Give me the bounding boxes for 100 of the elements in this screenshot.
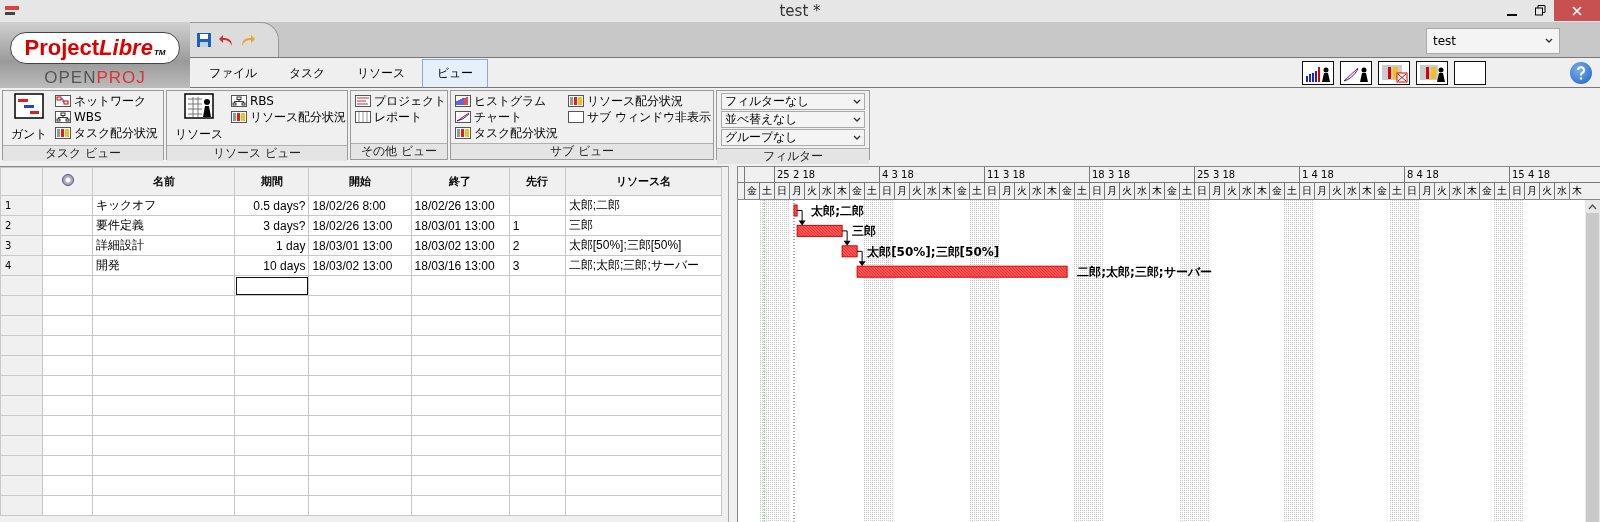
undo-icon[interactable] [218, 33, 234, 47]
network-icon [55, 95, 71, 107]
day-label: 木 [939, 183, 954, 199]
day-label: 木 [1044, 183, 1059, 199]
filter-select[interactable]: 並べ替えなし [721, 111, 865, 128]
info-icon [61, 174, 74, 186]
view-item[interactable]: プロジェクト [355, 93, 446, 109]
table-cell: 2 [509, 235, 566, 256]
selected-cell[interactable] [234, 275, 309, 296]
week-label: 4 3 18 [879, 167, 984, 182]
task-bar[interactable] [793, 204, 798, 217]
view-item[interactable]: ネットワーク [55, 93, 158, 109]
indicator-header[interactable] [42, 167, 93, 196]
usage-icon [568, 95, 584, 107]
chart-person-icon[interactable] [1340, 60, 1372, 85]
chart-icon [455, 111, 471, 123]
day-label: 日 [879, 183, 894, 199]
day-label: 日 [1404, 183, 1419, 199]
table-cell: 1 [509, 215, 566, 236]
task-bar[interactable] [856, 265, 1068, 278]
usage-icon [231, 111, 247, 123]
blank-tool-button[interactable] [1454, 60, 1486, 85]
row-number: 3 [0, 235, 43, 256]
column-header[interactable]: 開始 [308, 167, 412, 196]
day-label: 火 [1329, 183, 1344, 199]
table-cell [509, 195, 566, 216]
view-item[interactable]: WBS [55, 109, 158, 125]
logo: ProjectLibreTM OPEN PROJ [0, 22, 190, 88]
row-number: 2 [0, 215, 43, 236]
column-header[interactable]: リソース名 [565, 167, 722, 196]
table-cell: 詳細設計 [92, 235, 235, 256]
task-bar[interactable] [796, 224, 843, 237]
day-label: 水 [1554, 183, 1569, 199]
day-label: 土 [1389, 183, 1404, 199]
table-cell: 太郎[50%];三郎[50%] [565, 235, 722, 256]
usage-icon [55, 127, 71, 139]
bar-label: 太郎[50%];三郎[50%] [867, 244, 1000, 259]
view-item[interactable]: チャート [455, 109, 558, 125]
filter-select[interactable]: フィルターなし [721, 93, 865, 110]
restore-icon [1534, 5, 1546, 16]
table-delete-icon[interactable] [1378, 60, 1410, 85]
column-header[interactable]: 名前 [92, 167, 235, 196]
minimize-icon [1507, 13, 1517, 16]
splitter[interactable] [728, 166, 738, 522]
view-item[interactable]: リソース配分状況 [231, 109, 346, 125]
table-cell: 18/03/02 13:00 [411, 235, 510, 256]
view-item[interactable]: レポート [355, 109, 446, 125]
view-item[interactable]: タスク配分状況 [455, 125, 558, 141]
dependency-arrow [796, 210, 806, 226]
menu-tab[interactable]: ビュー [422, 59, 488, 87]
wbs-icon [55, 111, 71, 123]
caret-icon [853, 98, 861, 105]
menu-tab[interactable]: ファイル [194, 59, 272, 87]
gantt-view-icon [14, 93, 44, 119]
caret-icon [853, 116, 861, 123]
group-title: フィルター [717, 148, 869, 164]
view-item[interactable]: タスク配分状況 [55, 125, 158, 141]
view-item[interactable]: ヒストグラム [455, 93, 558, 109]
table-cell: 18/02/26 13:00 [308, 215, 412, 236]
group-title: タスク ビュー [3, 145, 163, 161]
table-person-icon[interactable] [1416, 60, 1448, 85]
day-label: 水 [1029, 183, 1044, 199]
day-label: 火 [1224, 183, 1239, 199]
table-cell: 18/03/16 13:00 [411, 255, 510, 276]
scrollbar[interactable] [1585, 200, 1600, 522]
project-select[interactable]: test [1426, 28, 1560, 54]
view-item[interactable]: サブ ウィンドウ非表示 [568, 109, 711, 125]
column-header[interactable]: 期間 [234, 167, 309, 196]
day-label: 月 [1419, 183, 1434, 199]
day-label: 金 [1164, 183, 1179, 199]
table-cell: 10 days [234, 255, 309, 276]
day-label: 水 [1134, 183, 1149, 199]
column-header[interactable]: 終了 [411, 167, 510, 196]
day-label: 水 [924, 183, 939, 199]
scroll-up-icon[interactable] [1588, 203, 1597, 211]
table-cell: 0.5 days? [234, 195, 309, 216]
histogram-person-icon[interactable] [1302, 60, 1334, 85]
view-item[interactable]: RBS [231, 93, 346, 109]
table-cell: キックオフ [92, 195, 235, 216]
blank-icon [568, 111, 584, 123]
day-label: 土 [1074, 183, 1089, 199]
table-cell: 1 day [234, 235, 309, 256]
view-item[interactable]: リソース配分状況 [568, 93, 711, 109]
day-label: 金 [1374, 183, 1389, 199]
menu-tab[interactable]: タスク [274, 59, 340, 87]
caret-icon [853, 134, 861, 141]
menu-tab[interactable]: リソース [342, 59, 420, 87]
view-button[interactable]: リソース [171, 93, 227, 143]
view-button[interactable]: ガント [7, 93, 51, 143]
day-label: 土 [1284, 183, 1299, 199]
filter-select[interactable]: グループなし [721, 129, 865, 146]
day-label: 日 [1299, 183, 1314, 199]
help-icon[interactable] [1570, 61, 1592, 84]
table-cell: 3 days? [234, 215, 309, 236]
day-label: 水 [1449, 183, 1464, 199]
task-bar[interactable] [841, 245, 858, 258]
day-label: 金 [744, 183, 759, 199]
column-header[interactable]: 先行 [509, 167, 566, 196]
dependency-arrow [841, 230, 851, 246]
save-icon[interactable] [196, 32, 212, 48]
